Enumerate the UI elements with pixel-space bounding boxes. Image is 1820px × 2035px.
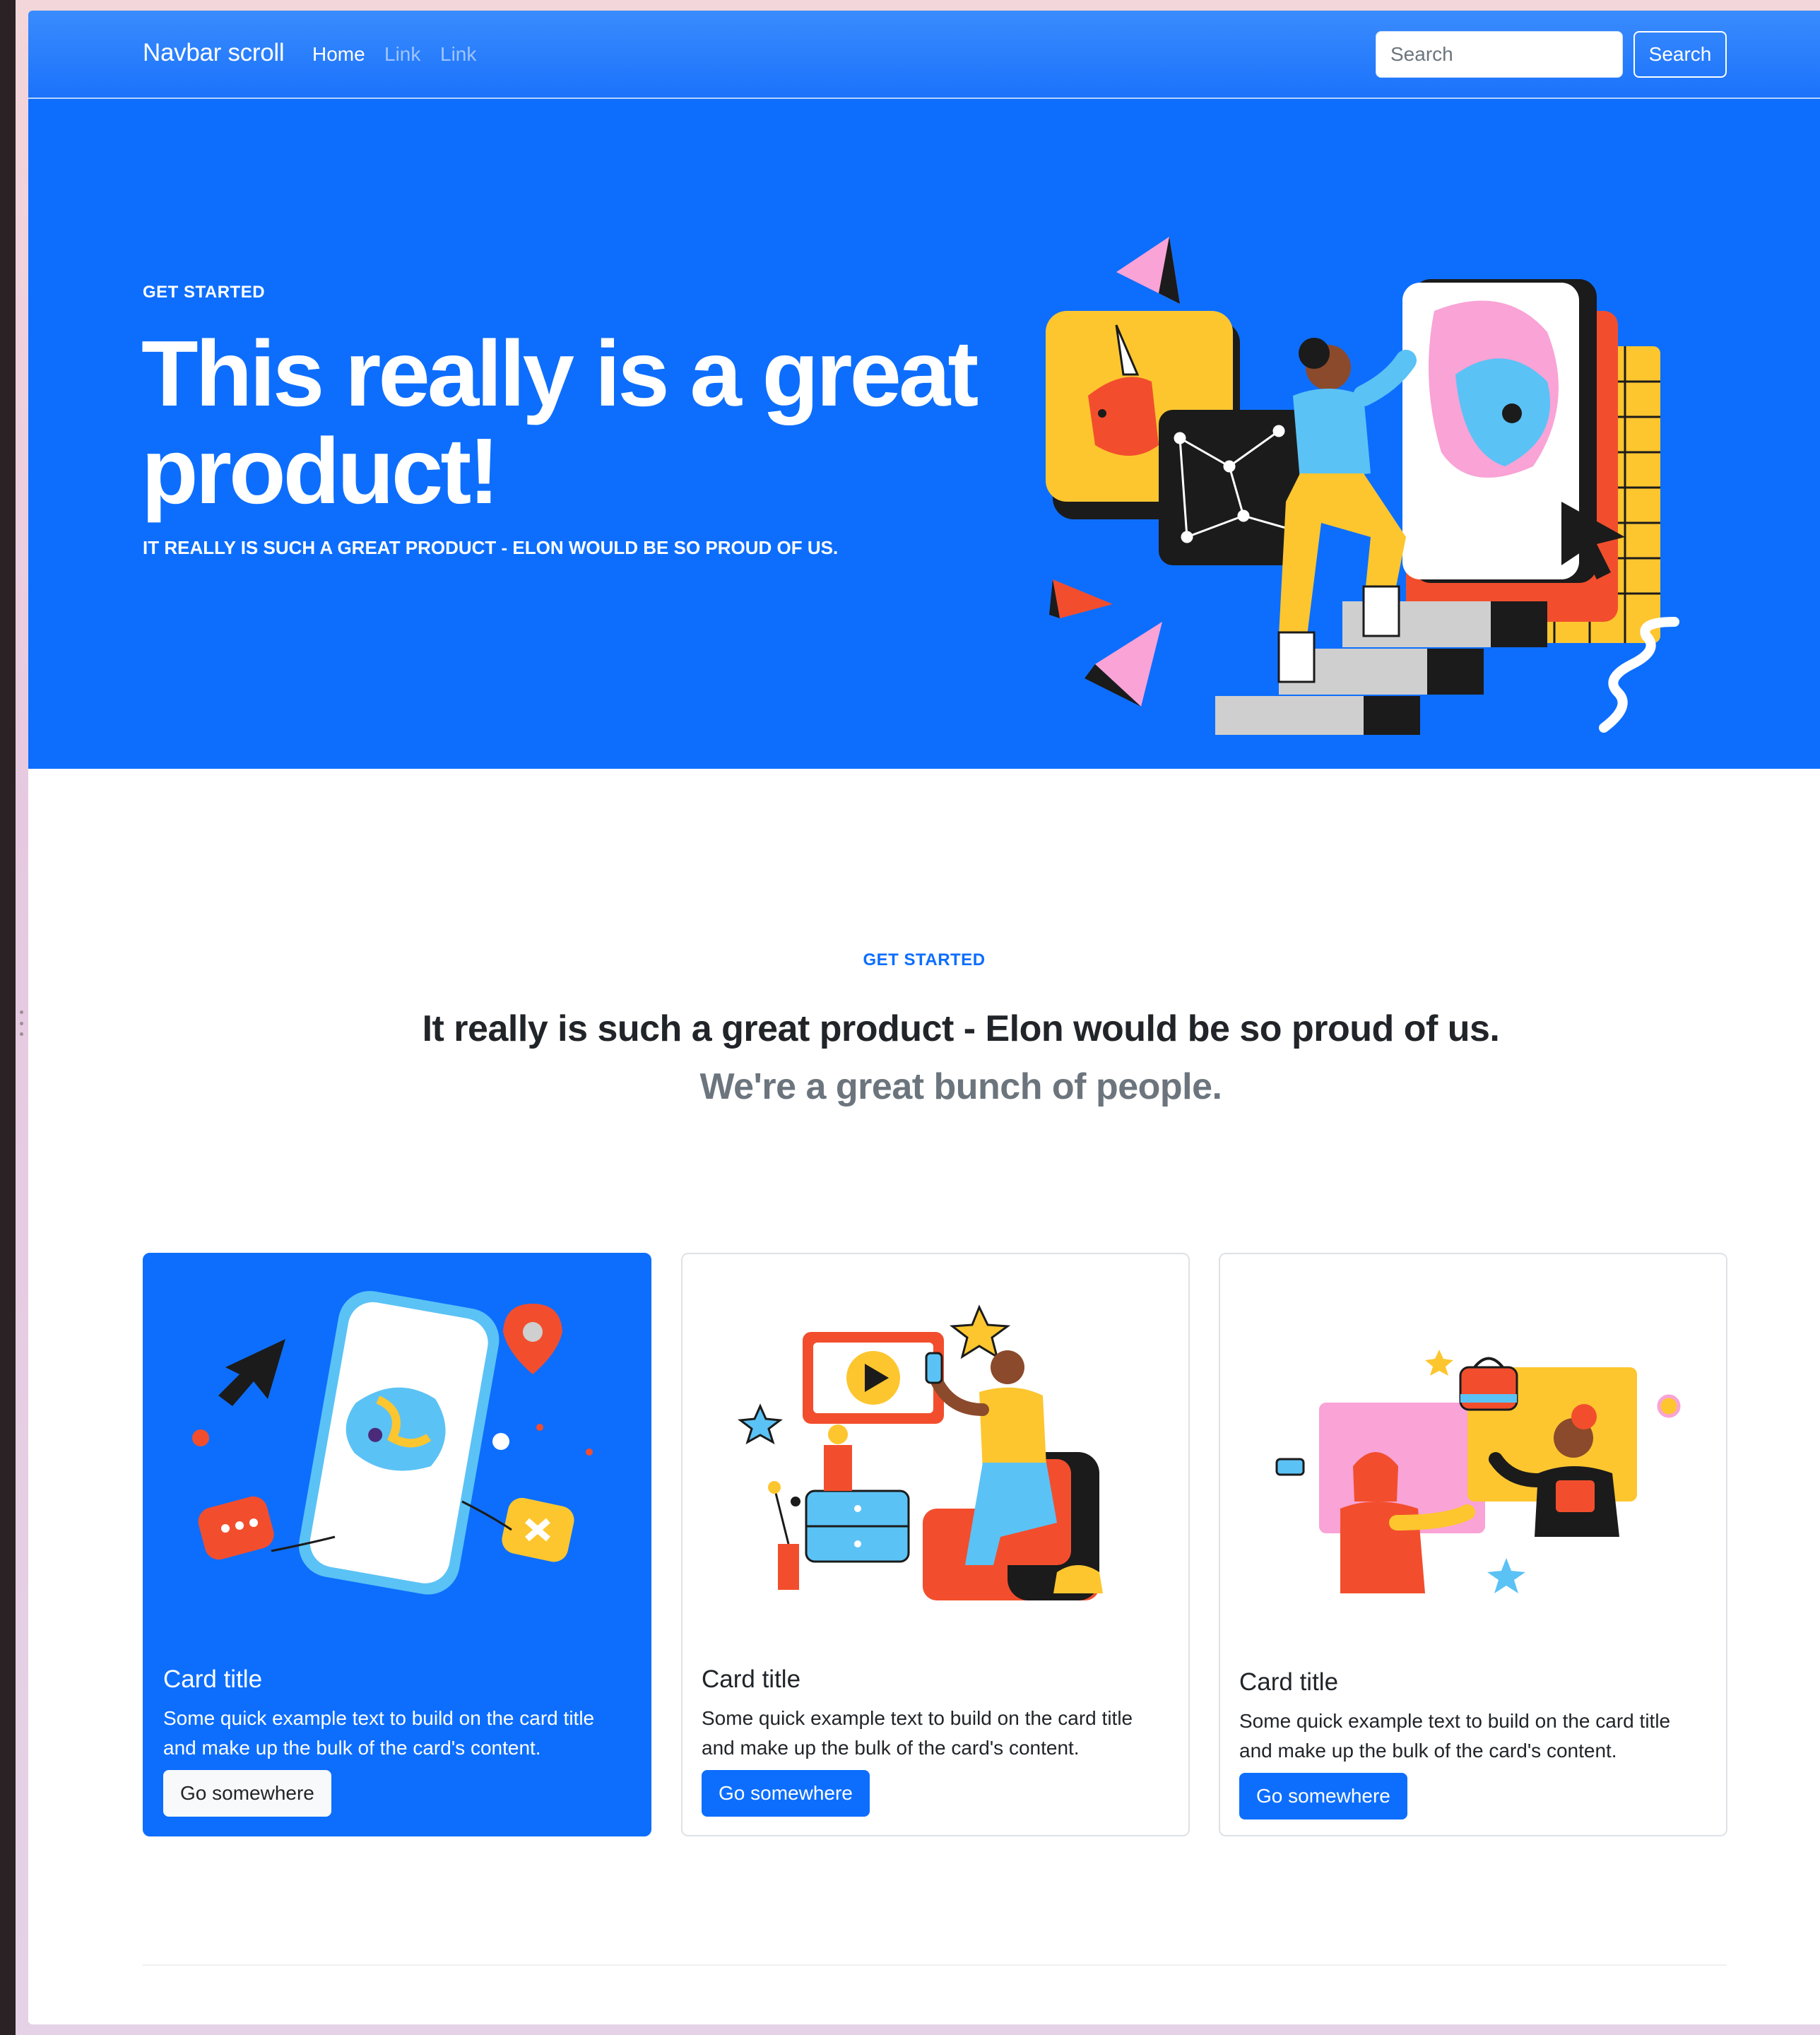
card-title: Card title (702, 1665, 801, 1693)
phone-map-illustration (192, 1291, 593, 1595)
card-1: Card title Some quick example text to bu… (143, 1253, 651, 1836)
hero-eyebrow: GET STARTED (143, 283, 266, 302)
hero-illustration (1046, 237, 1679, 735)
section-lead-main: It really is such a great product - Elon… (422, 1008, 1500, 1049)
card-text: Some quick example text to build on the … (702, 1707, 1133, 1759)
search-input[interactable]: Search (1376, 31, 1623, 78)
navbar: Navbar scroll Home Link Link Search Sear… (28, 11, 1820, 99)
browser-window: Navbar scroll Home Link Link Search Sear… (28, 11, 1820, 2024)
video-watching-illustration (738, 1304, 1103, 1600)
hero: GET STARTED This really is a great produ… (28, 99, 1820, 769)
nav-link-1[interactable]: Link (384, 43, 420, 66)
card-text: Some quick example text to build on the … (1239, 1710, 1671, 1762)
card-text: Some quick example text to build on the … (163, 1707, 595, 1759)
window-resize-grip[interactable] (18, 1010, 24, 1036)
go-somewhere-button[interactable]: Go somewhere (702, 1770, 870, 1817)
search-button[interactable]: Search (1633, 31, 1727, 78)
nav-link-home[interactable]: Home (312, 43, 365, 66)
go-somewhere-button[interactable]: Go somewhere (1239, 1773, 1407, 1819)
card-3: Card title Some quick example text to bu… (1219, 1253, 1727, 1836)
nav-link-2[interactable]: Link (440, 43, 476, 66)
video-call-shopping-illustration (1275, 1350, 1681, 1593)
desktop-edge (0, 0, 16, 2035)
section-lead-muted: We're a great bunch of people. (699, 1066, 1222, 1107)
hero-subtitle: IT REALLY IS SUCH A GREAT PRODUCT - ELON… (143, 537, 839, 558)
section-divider (143, 1964, 1727, 1966)
section-lead: It really is such a great product - Elon… (396, 1000, 1526, 1116)
go-somewhere-button[interactable]: Go somewhere (163, 1770, 331, 1817)
card-title: Card title (1239, 1668, 1339, 1696)
section-eyebrow: GET STARTED (863, 950, 986, 969)
card-title: Card title (163, 1665, 263, 1693)
hero-title: This really is a great product! (141, 322, 979, 523)
navbar-brand[interactable]: Navbar scroll (143, 39, 285, 67)
card-2: Card title Some quick example text to bu… (681, 1253, 1190, 1836)
